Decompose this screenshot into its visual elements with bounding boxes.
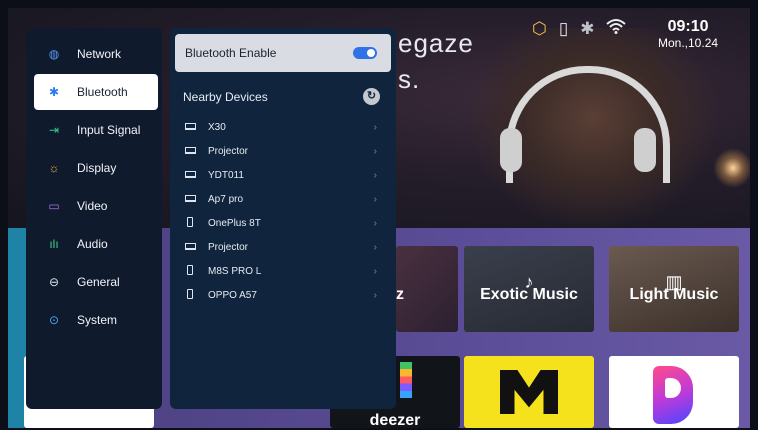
laptop-icon xyxy=(183,242,197,253)
tile-exotic-music[interactable]: ♪ Exotic Music xyxy=(464,246,594,332)
mtv-logo-icon xyxy=(500,370,558,414)
menu-item-input-signal[interactable]: ⇥ Input Signal xyxy=(34,112,158,148)
phone-icon xyxy=(183,264,197,278)
device-name: Projector xyxy=(208,241,249,253)
audio-icon: ılı xyxy=(49,237,59,251)
deezer-logo-icon xyxy=(400,362,412,398)
tile-light-music[interactable]: ▥ Light Music xyxy=(609,246,739,332)
device-name: M8S PRO L xyxy=(208,265,262,277)
device-row[interactable]: YDT011 › xyxy=(183,165,383,185)
bluetooth-icon: ✱ xyxy=(580,18,595,38)
device-name: OPPO A57 xyxy=(208,289,257,301)
chevron-right-icon: › xyxy=(373,145,377,157)
tile-pandora[interactable] xyxy=(609,356,739,428)
input-icon: ⇥ xyxy=(48,123,60,137)
bluetooth-enable-toggle[interactable] xyxy=(353,47,377,59)
bluetooth-panel: Bluetooth Enable Nearby Devices ↻ X30 › … xyxy=(170,28,396,409)
menu-item-network[interactable]: ◍ Network xyxy=(34,36,158,72)
hexagon-gear-icon[interactable]: ⬡ xyxy=(532,19,547,39)
clock-date: Mon.,10.24 xyxy=(658,36,719,50)
nearby-devices-heading: Nearby Devices xyxy=(183,90,268,104)
laptop-icon xyxy=(183,194,197,205)
chevron-right-icon: › xyxy=(373,241,377,253)
menu-item-audio[interactable]: ılı Audio xyxy=(34,226,158,262)
menu-item-bluetooth[interactable]: ✱ Bluetooth xyxy=(34,74,158,110)
tile-mtv[interactable] xyxy=(464,356,594,428)
menu-item-label: Bluetooth xyxy=(77,85,128,99)
chevron-right-icon: › xyxy=(373,289,377,301)
refresh-icon[interactable]: ↻ xyxy=(363,88,380,105)
globe-icon: ◍ xyxy=(48,47,60,61)
system-icon: ⊙ xyxy=(48,313,60,327)
menu-item-label: Video xyxy=(77,199,108,213)
menu-item-system[interactable]: ⊙ System xyxy=(34,302,158,338)
laptop-icon xyxy=(183,170,197,181)
menu-item-label: Network xyxy=(77,47,122,61)
tile-partial-label: z xyxy=(396,286,404,303)
device-name: Projector xyxy=(208,145,249,157)
bluetooth-icon: ✱ xyxy=(48,85,60,99)
video-icon: ▭ xyxy=(48,199,60,213)
device-name: Ap7 pro xyxy=(208,193,244,205)
bluetooth-enable-label: Bluetooth Enable xyxy=(185,46,277,60)
device-row[interactable]: OnePlus 8T › xyxy=(183,213,383,233)
menu-item-display[interactable]: ☼ Display xyxy=(34,150,158,186)
tile-deezer-label: deezer xyxy=(369,412,421,428)
menu-item-label: Input Signal xyxy=(77,123,141,137)
earcup-left xyxy=(500,128,522,172)
laptop-icon xyxy=(183,122,197,133)
sun-icon: ☼ xyxy=(48,161,60,175)
chevron-right-icon: › xyxy=(373,169,377,181)
device-row[interactable]: OPPO A57 › xyxy=(183,285,383,305)
device-row[interactable]: Projector › xyxy=(183,237,383,257)
menu-item-video[interactable]: ▭ Video xyxy=(34,188,158,224)
menu-item-label: General xyxy=(77,275,120,289)
tile-partial[interactable]: z xyxy=(396,246,458,332)
chevron-right-icon: › xyxy=(373,121,377,133)
device-name: OnePlus 8T xyxy=(208,217,261,229)
bluetooth-enable-row[interactable]: Bluetooth Enable xyxy=(175,34,391,72)
device-row[interactable]: M8S PRO L › xyxy=(183,261,383,281)
menu-item-general[interactable]: ⊖ General xyxy=(34,264,158,300)
phone-icon xyxy=(183,288,197,302)
menu-item-label: Display xyxy=(77,161,117,175)
clock: 09:10 Mon.,10.24 xyxy=(658,18,718,50)
device-name: X30 xyxy=(208,121,226,133)
general-icon: ⊖ xyxy=(48,275,60,289)
usb-icon: ▯ xyxy=(558,18,569,38)
device-name: YDT011 xyxy=(208,169,244,181)
settings-menu: ◍ Network ✱ Bluetooth ⇥ Input Signal ☼ D… xyxy=(26,28,162,409)
laptop-icon xyxy=(183,146,197,157)
sparkle-image xyxy=(713,148,750,188)
chevron-right-icon: › xyxy=(373,193,377,205)
earcup-right xyxy=(634,128,656,172)
clock-time: 09:10 xyxy=(667,18,709,35)
device-row[interactable]: Projector › xyxy=(183,141,383,161)
device-row[interactable]: X30 › xyxy=(183,117,383,137)
hero-title-line1: egaze xyxy=(398,28,474,58)
menu-item-label: System xyxy=(77,313,118,327)
chevron-right-icon: › xyxy=(373,265,377,277)
tile-light-music-label: Light Music xyxy=(629,286,719,303)
wifi-icon xyxy=(606,18,627,39)
phone-icon xyxy=(183,216,197,230)
status-bar: ⬡ ▯ ✱ xyxy=(532,18,627,39)
chevron-right-icon: › xyxy=(373,217,377,229)
device-row[interactable]: Ap7 pro › xyxy=(183,189,383,209)
tile-exotic-music-label: Exotic Music xyxy=(480,286,578,303)
hero-title-line2: s. xyxy=(398,64,421,94)
menu-item-label: Audio xyxy=(77,237,108,251)
